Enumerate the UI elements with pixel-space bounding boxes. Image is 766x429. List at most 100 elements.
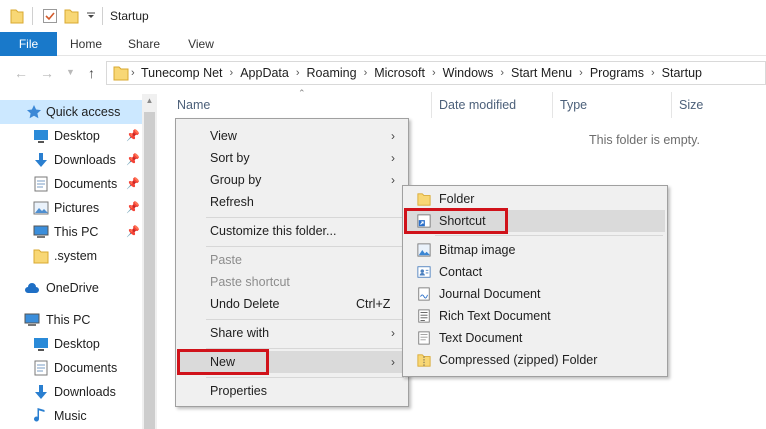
scrollbar-thumb[interactable] [144, 112, 155, 429]
column-header-date[interactable]: Date modified [439, 98, 516, 112]
computer-icon [33, 225, 49, 238]
menu-item-label: Customize this folder... [210, 224, 337, 238]
scroll-up-icon[interactable]: ▲ [142, 96, 157, 105]
column-divider[interactable] [671, 92, 672, 118]
downloads-icon [35, 153, 47, 167]
nav-label: Desktop [54, 129, 100, 143]
menu-item-view[interactable]: View › [178, 125, 406, 147]
submenu-item-text[interactable]: Text Document [405, 327, 665, 349]
chevron-right-icon[interactable]: › [432, 62, 436, 84]
menu-item-share-with[interactable]: Share with › [178, 322, 406, 344]
nav-label: This PC [46, 313, 91, 327]
folder-icon[interactable] [10, 8, 24, 24]
menu-item-label: View [210, 129, 237, 143]
menu-item-sort-by[interactable]: Sort by › [178, 147, 406, 169]
chevron-right-icon[interactable]: › [230, 62, 234, 84]
menu-item-label: Bitmap image [439, 243, 516, 257]
customize-toolbar-icon[interactable] [86, 12, 96, 20]
menu-item-refresh[interactable]: Refresh [178, 191, 406, 213]
submenu-item-bitmap[interactable]: Bitmap image [405, 239, 665, 261]
menu-item-label: Undo Delete [210, 297, 280, 311]
chevron-right-icon: › [391, 355, 395, 369]
pin-icon[interactable]: 📌 [126, 196, 140, 220]
menu-item-paste-shortcut[interactable]: Paste shortcut [178, 271, 406, 293]
menu-item-undo-delete[interactable]: Undo Delete Ctrl+Z [178, 293, 406, 315]
empty-folder-message: This folder is empty. [589, 133, 700, 147]
nav-this-pc[interactable]: This PC [0, 308, 142, 332]
column-header-name[interactable]: Name [177, 98, 210, 112]
pin-icon[interactable]: 📌 [126, 220, 140, 244]
nav-item-documents[interactable]: Documents 📌 [0, 172, 142, 196]
submenu-item-zip[interactable]: Compressed (zipped) Folder [405, 349, 665, 371]
breadcrumb: Tunecomp Net › AppData › Roaming › Microsof… [141, 62, 702, 84]
nav-pc-documents[interactable]: Documents [0, 356, 142, 380]
chevron-right-icon[interactable]: › [131, 62, 135, 84]
properties-icon[interactable] [42, 8, 58, 24]
column-divider[interactable] [552, 92, 553, 118]
pin-icon[interactable]: 📌 [126, 172, 140, 196]
downloads-icon [35, 385, 47, 399]
menu-item-properties[interactable]: Properties [178, 380, 406, 402]
pin-icon[interactable]: 📌 [126, 148, 140, 172]
menu-item-group-by[interactable]: Group by › [178, 169, 406, 191]
nav-label: Documents [54, 177, 118, 191]
up-arrow-icon[interactable]: ↑ [88, 65, 95, 81]
menu-item-label: Sort by [210, 151, 250, 165]
tab-share[interactable]: Share [118, 32, 170, 56]
nav-item-system[interactable]: .system [0, 244, 142, 268]
nav-pc-desktop[interactable]: Desktop [0, 332, 142, 356]
submenu-item-rtf[interactable]: Rich Text Document [405, 305, 665, 327]
column-header-type[interactable]: Type [560, 98, 587, 112]
back-arrow-icon[interactable]: ← [14, 65, 28, 81]
menu-item-paste[interactable]: Paste [178, 249, 406, 271]
highlight-box-new [177, 349, 269, 375]
column-divider[interactable] [431, 92, 432, 118]
menu-item-label: Group by [210, 173, 262, 187]
breadcrumb-item[interactable]: Startup [662, 62, 702, 84]
column-header-size[interactable]: Size [679, 98, 703, 112]
bitmap-icon [417, 243, 431, 257]
nav-pc-downloads[interactable]: Downloads [0, 380, 142, 404]
breadcrumb-item[interactable]: Windows [443, 62, 494, 84]
nav-item-desktop[interactable]: Desktop 📌 [0, 124, 142, 148]
forward-arrow-icon[interactable]: → [40, 65, 54, 81]
pin-icon[interactable]: 📌 [126, 124, 140, 148]
submenu-item-folder[interactable]: Folder [405, 188, 665, 210]
journal-icon [418, 287, 430, 301]
tab-view[interactable]: View [175, 32, 227, 56]
submenu-item-journal[interactable]: Journal Document [405, 283, 665, 305]
nav-item-pictures[interactable]: Pictures 📌 [0, 196, 142, 220]
zip-folder-icon [417, 354, 431, 367]
folder-icon [113, 66, 129, 81]
chevron-right-icon[interactable]: › [296, 62, 300, 84]
chevron-right-icon[interactable]: › [651, 62, 655, 84]
folder-icon [417, 193, 431, 206]
nav-pc-music[interactable]: Music [0, 404, 142, 428]
breadcrumb-item[interactable]: Tunecomp Net [141, 62, 223, 84]
navigation-pane: Quick access Desktop 📌 Downloads 📌 Docum… [0, 94, 157, 429]
nav-label: Downloads [54, 153, 116, 167]
nav-quick-access[interactable]: Quick access [0, 100, 142, 124]
address-bar[interactable]: › Tunecomp Net › AppData › Roaming › Micros… [106, 61, 766, 85]
window-title: Startup [110, 9, 149, 23]
nav-item-this-pc[interactable]: This PC 📌 [0, 220, 142, 244]
recent-locations-icon[interactable]: ▼ [66, 67, 75, 77]
chevron-right-icon[interactable]: › [500, 62, 504, 84]
submenu-item-contact[interactable]: Contact [405, 261, 665, 283]
nav-onedrive[interactable]: OneDrive [0, 276, 142, 300]
breadcrumb-item[interactable]: Microsoft [374, 62, 425, 84]
tab-file[interactable]: File [0, 32, 57, 56]
nav-scrollbar[interactable]: ▲ [142, 94, 157, 429]
tab-home[interactable]: Home [60, 32, 112, 56]
breadcrumb-item[interactable]: Start Menu [511, 62, 572, 84]
breadcrumb-item[interactable]: Programs [590, 62, 644, 84]
menu-item-customize[interactable]: Customize this folder... [178, 220, 406, 242]
chevron-right-icon[interactable]: › [579, 62, 583, 84]
nav-item-downloads[interactable]: Downloads 📌 [0, 148, 142, 172]
documents-icon [34, 176, 48, 192]
nav-label: Quick access [46, 105, 121, 119]
breadcrumb-item[interactable]: Roaming [307, 62, 357, 84]
new-folder-icon[interactable] [64, 8, 80, 24]
breadcrumb-item[interactable]: AppData [240, 62, 289, 84]
chevron-right-icon[interactable]: › [364, 62, 368, 84]
